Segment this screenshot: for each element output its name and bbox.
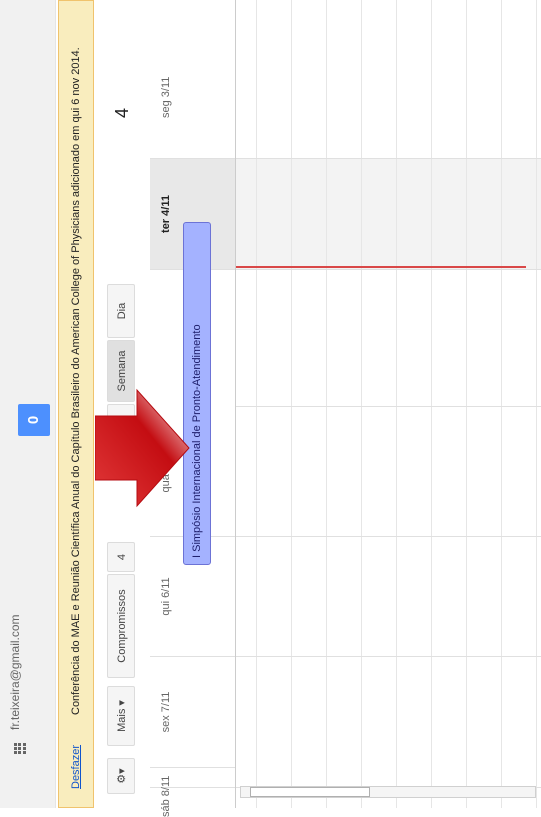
user-email[interactable]: fr.teixeira@gmail.com bbox=[8, 614, 22, 730]
hour-line bbox=[536, 0, 537, 808]
day-divider bbox=[236, 406, 541, 407]
day-column-fri: sex 7/11 bbox=[150, 657, 235, 768]
day-label-fri[interactable]: sex 7/11 bbox=[160, 657, 172, 767]
avatar[interactable]: 0 bbox=[18, 404, 50, 436]
gear-icon: ⚙▾ bbox=[116, 768, 128, 784]
scrollbar-thumb[interactable] bbox=[250, 787, 370, 797]
day-label-tue[interactable]: ter 4/11 bbox=[160, 159, 172, 269]
day-label-thu[interactable]: qui 6/11 bbox=[160, 537, 172, 656]
custom-view-button[interactable]: 4 bbox=[107, 542, 135, 572]
today-column-bg bbox=[236, 159, 541, 270]
undo-link[interactable]: Desfazer bbox=[70, 745, 82, 789]
time-grid[interactable] bbox=[236, 0, 541, 808]
more-button[interactable]: Mais ▾ bbox=[107, 686, 135, 746]
hour-line bbox=[431, 0, 432, 808]
hour-line bbox=[291, 0, 292, 808]
settings-button[interactable]: ⚙▾ bbox=[107, 758, 135, 794]
hour-line bbox=[501, 0, 502, 808]
agenda-view-button[interactable]: Compromissos bbox=[107, 574, 135, 678]
top-bar: fr.teixeira@gmail.com 0 bbox=[0, 0, 56, 808]
calendar-app-rotated: fr.teixeira@gmail.com 0 Desfazer Conferê… bbox=[0, 0, 541, 817]
apps-grid-icon[interactable] bbox=[14, 742, 26, 754]
day-column-mon: seg 3/11 bbox=[150, 0, 235, 159]
hour-line bbox=[256, 0, 257, 808]
day-divider bbox=[236, 158, 541, 159]
current-time-line bbox=[236, 266, 526, 268]
hour-line bbox=[326, 0, 327, 808]
hour-line bbox=[466, 0, 467, 808]
hour-line bbox=[361, 0, 362, 808]
day-label-mon[interactable]: seg 3/11 bbox=[160, 0, 172, 158]
date-range-title: 4 bbox=[112, 107, 132, 118]
notification-banner: Desfazer Conferência do MAE e Reunião Ci… bbox=[58, 0, 94, 808]
notification-text: Conferência do MAE e Reunião Científica … bbox=[70, 47, 82, 715]
hour-line bbox=[396, 0, 397, 808]
day-view-button[interactable]: Dia bbox=[107, 284, 135, 338]
day-label-sat[interactable]: sáb 8/11 bbox=[160, 776, 172, 817]
day-divider bbox=[236, 269, 541, 270]
day-column-sat-edge: sáb 8/11 bbox=[150, 768, 235, 817]
day-divider bbox=[236, 656, 541, 657]
day-divider bbox=[236, 536, 541, 537]
red-arrow-annotation-icon bbox=[95, 388, 190, 508]
